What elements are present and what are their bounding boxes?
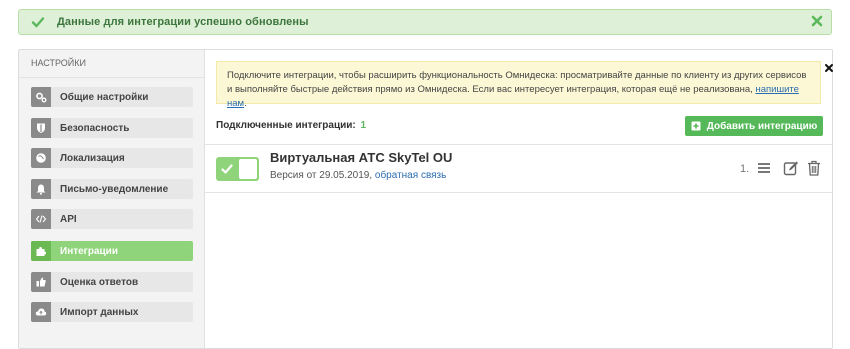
gears-icon <box>31 87 51 107</box>
feedback-link[interactable]: обратная связь <box>375 170 446 181</box>
code-icon <box>31 209 51 229</box>
trash-icon[interactable] <box>807 160 821 176</box>
integration-name: Виртуальная АТС SkyTel OU <box>270 150 453 165</box>
info-banner: Подключите интеграции, чтобы расширить ф… <box>216 61 821 109</box>
integration-order: 1. <box>740 163 750 175</box>
check-icon <box>221 164 233 174</box>
sidebar-item-label: Оценка ответов <box>60 276 139 288</box>
close-icon[interactable] <box>811 15 823 27</box>
info-text-end: . <box>244 98 247 109</box>
sidebar-item-label: API <box>60 213 77 225</box>
integrations-content: Подключите интеграции, чтобы расширить ф… <box>205 50 834 348</box>
bell-icon <box>31 179 51 199</box>
divider <box>205 192 832 193</box>
puzzle-icon <box>31 241 51 261</box>
sidebar-item-general[interactable]: Общие настройки <box>31 87 193 107</box>
sidebar-item-ratings[interactable]: Оценка ответов <box>31 272 193 292</box>
connected-integrations: Подключенные интеграции: 1 <box>216 120 366 131</box>
success-alert: Данные для интеграции успешно обновлены <box>18 9 832 35</box>
connected-label: Подключенные интеграции: <box>216 120 356 131</box>
sidebar-item-label: Импорт данных <box>60 306 139 318</box>
thumbs-up-icon <box>31 272 51 292</box>
integration-row: Виртуальная АТС SkyTel OU Версия от 29.0… <box>205 145 832 190</box>
cloud-upload-icon <box>31 302 51 322</box>
sidebar-item-label: Общие настройки <box>60 91 149 103</box>
sidebar-item-label: Письмо-уведомление <box>60 183 169 195</box>
add-integration-label: Добавить интеграцию <box>706 120 818 132</box>
plus-icon <box>691 121 701 131</box>
sidebar-item-localization[interactable]: Локализация <box>31 148 193 168</box>
sidebar-item-import[interactable]: Импорт данных <box>31 302 193 322</box>
close-icon[interactable] <box>824 63 834 73</box>
sidebar: НАСТРОЙКИ Общие настройки Безопасность Л… <box>19 50 205 348</box>
shield-icon <box>31 118 51 138</box>
integration-toggle[interactable] <box>216 157 259 181</box>
edit-icon[interactable] <box>783 160 799 176</box>
alert-message: Данные для интеграции успешно обновлены <box>57 16 309 28</box>
connected-count: 1 <box>360 120 367 131</box>
check-icon <box>31 17 45 28</box>
toggle-knob <box>239 159 257 179</box>
sidebar-item-integrations[interactable]: Интеграции <box>31 241 193 261</box>
sidebar-item-notification[interactable]: Письмо-уведомление <box>31 179 193 199</box>
sidebar-item-label: Локализация <box>60 152 125 164</box>
settings-panel: НАСТРОЙКИ Общие настройки Безопасность Л… <box>18 49 833 349</box>
drag-handle-icon[interactable] <box>757 162 771 174</box>
version-text: Версия от 29.05.2019, <box>270 170 373 181</box>
globe-icon <box>31 148 51 168</box>
integration-version: Версия от 29.05.2019, обратная связь <box>270 170 446 181</box>
sidebar-title: НАСТРОЙКИ <box>19 50 204 78</box>
sidebar-item-api[interactable]: API <box>31 209 193 229</box>
sidebar-item-security[interactable]: Безопасность <box>31 118 193 138</box>
info-text: Подключите интеграции, чтобы расширить ф… <box>227 70 807 95</box>
sidebar-item-label: Безопасность <box>60 122 130 134</box>
sidebar-item-label: Интеграции <box>60 245 118 257</box>
add-integration-button[interactable]: Добавить интеграцию <box>685 116 823 136</box>
